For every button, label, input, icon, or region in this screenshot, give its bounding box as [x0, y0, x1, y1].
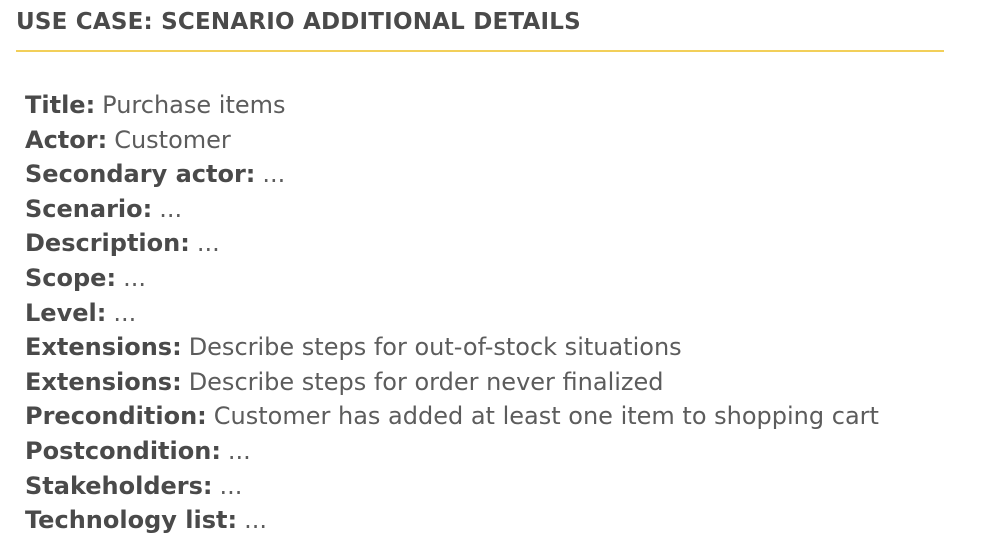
field-stakeholders: Stakeholders:... — [25, 469, 965, 504]
field-label: Precondition: — [25, 402, 207, 431]
field-value: Describe steps for out-of-stock situatio… — [188, 333, 682, 362]
field-description: Description:... — [25, 226, 965, 261]
field-value: Customer has added at least one item to … — [213, 402, 879, 431]
field-label: Level: — [25, 298, 107, 327]
field-value: ... — [113, 298, 137, 327]
slide: USE CASE: SCENARIO ADDITIONAL DETAILS Ti… — [0, 0, 990, 535]
heading-underline — [16, 50, 944, 52]
field-label: Extensions: — [25, 333, 182, 362]
field-label: Postcondition: — [25, 436, 221, 465]
field-precondition: Precondition: Customer has added at least… — [25, 399, 965, 434]
field-actor: Actor: Customer — [25, 123, 965, 158]
slide-heading: USE CASE: SCENARIO ADDITIONAL DETAILS — [16, 9, 581, 35]
field-label: Secondary actor: — [25, 160, 256, 189]
field-label: Actor: — [25, 125, 108, 154]
field-label: Stakeholders: — [25, 471, 213, 500]
field-extensions-out-of-stock: Extensions: Describe steps for out-of-sto… — [25, 330, 965, 365]
field-technology-list: Technology list:... — [25, 503, 965, 538]
field-label: Description: — [25, 229, 190, 258]
field-value: Describe steps for order never finalized — [188, 367, 664, 396]
field-label: Technology list: — [25, 506, 238, 535]
field-title: Title: Purchase items — [25, 88, 965, 123]
field-secondary-actor: Secondary actor:... — [25, 157, 965, 192]
field-label: Extensions: — [25, 367, 182, 396]
field-value: ... — [159, 194, 183, 223]
field-value: ... — [219, 471, 243, 500]
field-postcondition: Postcondition:... — [25, 434, 965, 469]
field-value: ... — [244, 506, 267, 535]
field-level: Level:... — [25, 296, 965, 331]
field-value: ... — [262, 160, 286, 189]
field-value: ... — [227, 436, 251, 465]
field-value: ... — [196, 229, 220, 258]
field-scope: Scope:... — [25, 261, 965, 296]
field-extensions-order-never-finalized: Extensions: Describe steps for order neve… — [25, 365, 965, 400]
field-label: Scenario: — [25, 194, 153, 223]
field-scenario: Scenario:... — [25, 192, 965, 227]
field-value: ... — [123, 263, 146, 292]
field-label: Title: — [25, 91, 96, 119]
field-list: Title: Purchase items Actor: Customer Seco… — [25, 88, 965, 538]
field-label: Scope: — [25, 263, 117, 292]
field-value: Purchase items — [102, 91, 286, 119]
field-value: Customer — [114, 125, 231, 154]
